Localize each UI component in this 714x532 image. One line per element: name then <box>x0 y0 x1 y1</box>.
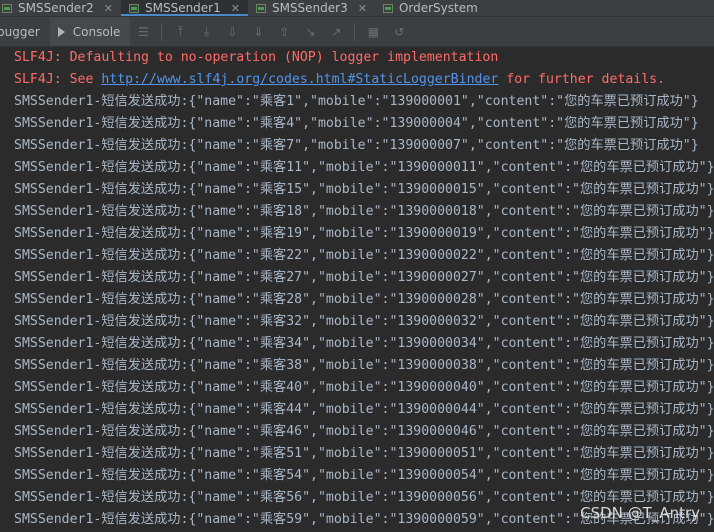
tab-smssender2[interactable]: SMSSender2 ✕ <box>0 0 121 16</box>
restore-icon[interactable]: ↺ <box>388 21 410 43</box>
console-line: SMSSender1-短信发送成功:{"name":"乘客27","mobile… <box>14 270 714 285</box>
console-line: SMSSender1-短信发送成功:{"name":"乘客7","mobile"… <box>14 138 699 153</box>
close-icon[interactable]: ✕ <box>231 2 240 15</box>
tab-label: SMSSender2 <box>18 1 94 15</box>
console-output[interactable]: SLF4J: Defaulting to no-operation (NOP) … <box>0 47 714 532</box>
table-icon[interactable]: ▦ <box>362 21 384 43</box>
scroll-up-icon[interactable]: ⤒ <box>169 21 191 43</box>
console-line: SMSSender1-短信发送成功:{"name":"乘客22","mobile… <box>14 248 714 263</box>
tab-ordersystem[interactable]: OrderSystem <box>375 0 486 16</box>
tab-console[interactable]: Console <box>49 17 131 46</box>
tab-debugger[interactable]: bugger <box>0 17 50 46</box>
console-line: SMSSender1-短信发送成功:{"name":"乘客19","mobile… <box>14 226 714 241</box>
watermark: CSDN @T_Antry <box>580 504 700 522</box>
console-line: SMSSender1-短信发送成功:{"name":"乘客11","mobile… <box>14 160 714 175</box>
console-line: SMSSender1-短信发送成功:{"name":"乘客1","mobile"… <box>14 94 699 109</box>
console-icon <box>57 26 65 37</box>
run-config-icon <box>128 3 139 13</box>
console-toolbar: bugger Console ☰ ⤒ ⤓ ⇩ ⇓ ⇧ ↘ ↗ ▦ ↺ <box>0 17 714 47</box>
console-text: SLF4J: See <box>14 72 102 87</box>
console-line: SMSSender1-短信发送成功:{"name":"乘客28","mobile… <box>14 292 714 307</box>
scroll-down-icon[interactable]: ⤓ <box>195 21 217 43</box>
console-line: SMSSender1-短信发送成功:{"name":"乘客34","mobile… <box>14 336 714 351</box>
run-config-icon <box>2 3 12 13</box>
console-line-error: SLF4J: Defaulting to no-operation (NOP) … <box>14 50 499 65</box>
menu-icon[interactable]: ☰ <box>132 21 154 43</box>
run-tab-bar: SMSSender2 ✕ SMSSender1 ✕ SMSSender3 ✕ O… <box>0 0 714 17</box>
tab-console-label: Console <box>72 24 121 39</box>
console-line: SMSSender1-短信发送成功:{"name":"乘客46","mobile… <box>14 424 714 439</box>
slf4j-link[interactable]: http://www.slf4j.org/codes.html#StaticLo… <box>101 72 498 87</box>
close-icon[interactable]: ✕ <box>104 2 113 15</box>
toolbar-separator <box>354 22 356 41</box>
toolbar-separator <box>161 22 163 41</box>
console-line: SMSSender1-短信发送成功:{"name":"乘客40","mobile… <box>14 380 714 395</box>
console-line: SMSSender1-短信发送成功:{"name":"乘客32","mobile… <box>14 314 714 329</box>
console-line: SMSSender1-短信发送成功:{"name":"乘客51","mobile… <box>14 446 714 461</box>
console-line-error: SLF4J: See http://www.slf4j.org/codes.ht… <box>14 69 665 91</box>
console-text: for further details. <box>498 72 666 87</box>
run-config-icon <box>382 3 393 13</box>
tab-smssender1[interactable]: SMSSender1 ✕ <box>120 0 248 16</box>
console-line: SMSSender1-短信发送成功:{"name":"乘客18","mobile… <box>14 204 714 219</box>
arrow-icon[interactable]: ↗ <box>325 21 347 43</box>
console-line: SMSSender1-短信发送成功:{"name":"乘客15","mobile… <box>14 182 714 197</box>
console-line: SMSSender1-短信发送成功:{"name":"乘客54","mobile… <box>14 468 714 483</box>
run-config-icon <box>255 3 266 13</box>
console-line: SMSSender1-短信发送成功:{"name":"乘客38","mobile… <box>14 358 714 373</box>
tab-debugger-label: bugger <box>0 24 40 39</box>
step-icon[interactable]: ↘ <box>299 21 321 43</box>
upload-icon[interactable]: ⇧ <box>273 21 295 43</box>
download-alt-icon[interactable]: ⇓ <box>247 21 269 43</box>
download-icon[interactable]: ⇩ <box>221 21 243 43</box>
console-line: SMSSender1-短信发送成功:{"name":"乘客44","mobile… <box>14 402 714 417</box>
close-icon[interactable]: ✕ <box>358 2 367 15</box>
tab-label: OrderSystem <box>398 1 478 15</box>
tab-label: SMSSender3 <box>271 1 348 15</box>
console-line: SMSSender1-短信发送成功:{"name":"乘客4","mobile"… <box>14 116 699 131</box>
tab-label: SMSSender1 <box>144 1 221 15</box>
tab-smssender3[interactable]: SMSSender3 ✕ <box>248 0 375 16</box>
